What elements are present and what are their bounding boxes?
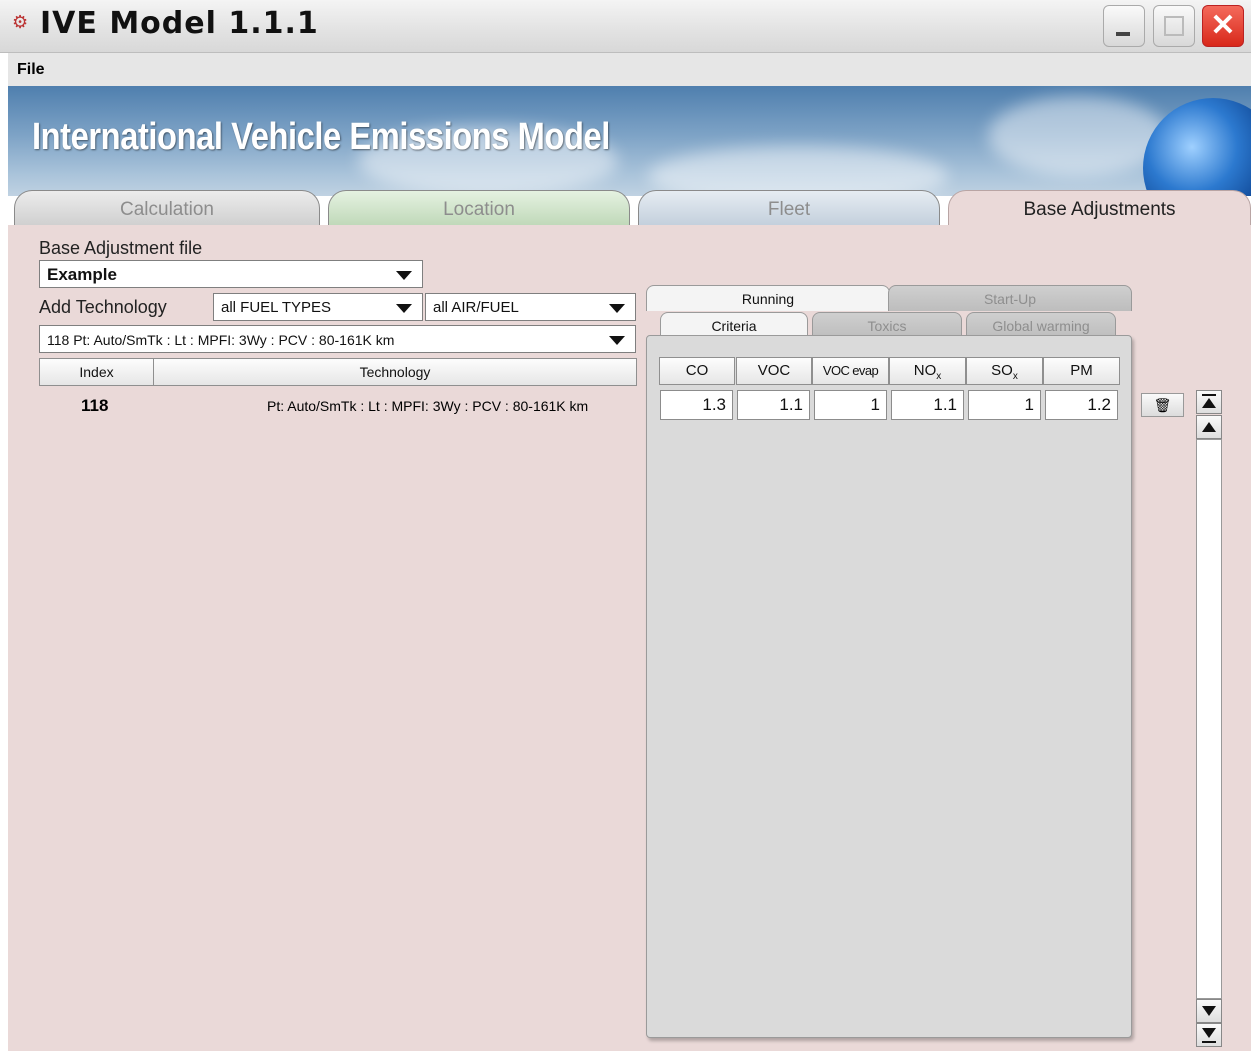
column-header-voc-evap: VOC evap xyxy=(812,357,889,385)
main-tab-strip: Calculation Location Fleet Base Adjustme… xyxy=(8,190,1251,226)
cloud-decoration xyxy=(648,146,948,196)
column-header-technology[interactable]: Technology xyxy=(153,358,637,386)
co-value-field[interactable]: 1.3 xyxy=(660,390,733,420)
app-icon: ⚙ xyxy=(12,12,29,32)
scroll-down-button[interactable] xyxy=(1196,999,1222,1023)
pm-value-field[interactable]: 1.2 xyxy=(1045,390,1118,420)
table-row[interactable]: 118 Pt: Auto/SmTk : Lt : MPFI: 3Wy : PCV… xyxy=(39,392,637,420)
chevron-down-icon xyxy=(396,304,412,313)
close-button[interactable]: ✕ xyxy=(1202,5,1244,47)
tab-base-adjustments[interactable]: Base Adjustments xyxy=(948,190,1251,226)
sox-label: SO xyxy=(991,362,1013,379)
maximize-button[interactable] xyxy=(1153,5,1195,47)
fuel-types-select[interactable]: all FUEL TYPES xyxy=(213,293,423,321)
chevron-down-icon xyxy=(609,304,625,313)
nox-label: NO xyxy=(913,362,937,379)
tab-calculation[interactable]: Calculation xyxy=(14,190,320,226)
bar-icon xyxy=(1202,394,1216,396)
title-bar: ⚙ IVE Model 1.1.1 ✕ xyxy=(0,0,1251,53)
voc-evap-value-field[interactable]: 1 xyxy=(814,390,887,420)
banner-title: International Vehicle Emissions Model xyxy=(32,116,610,158)
arrow-up-icon xyxy=(1202,398,1216,408)
column-header-nox: NOx xyxy=(889,357,966,385)
tab-start-up[interactable]: Start-Up xyxy=(888,285,1132,311)
fuel-types-value: all FUEL TYPES xyxy=(221,299,332,316)
delete-row-button[interactable]: 🗑 xyxy=(1141,393,1184,417)
air-fuel-value: all AIR/FUEL xyxy=(433,299,519,316)
criteria-panel xyxy=(646,335,1132,1038)
scroll-to-top-button[interactable] xyxy=(1196,390,1222,414)
row-technology: Pt: Auto/SmTk : Lt : MPFI: 3Wy : PCV : 8… xyxy=(267,398,589,414)
chevron-down-icon xyxy=(609,336,625,345)
sox-subscript: x xyxy=(1012,371,1018,382)
base-adjustment-file-select[interactable]: Example xyxy=(39,260,423,288)
voc-value-field[interactable]: 1.1 xyxy=(737,390,810,420)
tab-fleet[interactable]: Fleet xyxy=(638,190,940,226)
column-header-pm: PM xyxy=(1043,357,1120,385)
arrow-up-icon xyxy=(1202,422,1216,432)
scroll-up-button[interactable] xyxy=(1196,415,1222,439)
air-fuel-select[interactable]: all AIR/FUEL xyxy=(425,293,636,321)
technology-value: 118 Pt: Auto/SmTk : Lt : MPFI: 3Wy : PCV… xyxy=(47,332,395,348)
nox-subscript: x xyxy=(936,371,942,382)
row-index: 118 xyxy=(81,396,109,415)
scroll-to-bottom-button[interactable] xyxy=(1196,1023,1222,1047)
trash-icon: 🗑 xyxy=(1153,397,1172,413)
tab-location[interactable]: Location xyxy=(328,190,630,226)
column-header-index[interactable]: Index xyxy=(39,358,154,386)
chevron-down-icon xyxy=(396,271,412,280)
sox-value-field[interactable]: 1 xyxy=(968,390,1041,420)
bar-icon xyxy=(1202,1041,1216,1043)
base-adjustment-file-value: Example xyxy=(47,265,117,284)
tab-running[interactable]: Running xyxy=(646,285,890,311)
technology-select[interactable]: 118 Pt: Auto/SmTk : Lt : MPFI: 3Wy : PCV… xyxy=(39,325,636,353)
cloud-decoration xyxy=(988,96,1168,176)
column-header-co: CO xyxy=(659,357,735,385)
arrow-down-icon xyxy=(1202,1006,1216,1016)
menu-file[interactable]: File xyxy=(17,61,45,79)
arrow-down-icon xyxy=(1202,1028,1216,1038)
window-title: IVE Model 1.1.1 xyxy=(40,6,319,41)
globe-logo xyxy=(1143,98,1251,196)
vertical-scroll-track[interactable] xyxy=(1196,439,1222,999)
column-header-voc: VOC xyxy=(736,357,812,385)
column-header-sox: SOx xyxy=(966,357,1043,385)
banner: International Vehicle Emissions Model xyxy=(8,86,1251,196)
add-technology-label: Add Technology xyxy=(39,297,167,317)
menu-bar: File xyxy=(8,53,1251,86)
base-adjustment-file-label: Base Adjustment file xyxy=(39,238,203,258)
minimize-button[interactable] xyxy=(1103,5,1145,47)
nox-value-field[interactable]: 1.1 xyxy=(891,390,964,420)
